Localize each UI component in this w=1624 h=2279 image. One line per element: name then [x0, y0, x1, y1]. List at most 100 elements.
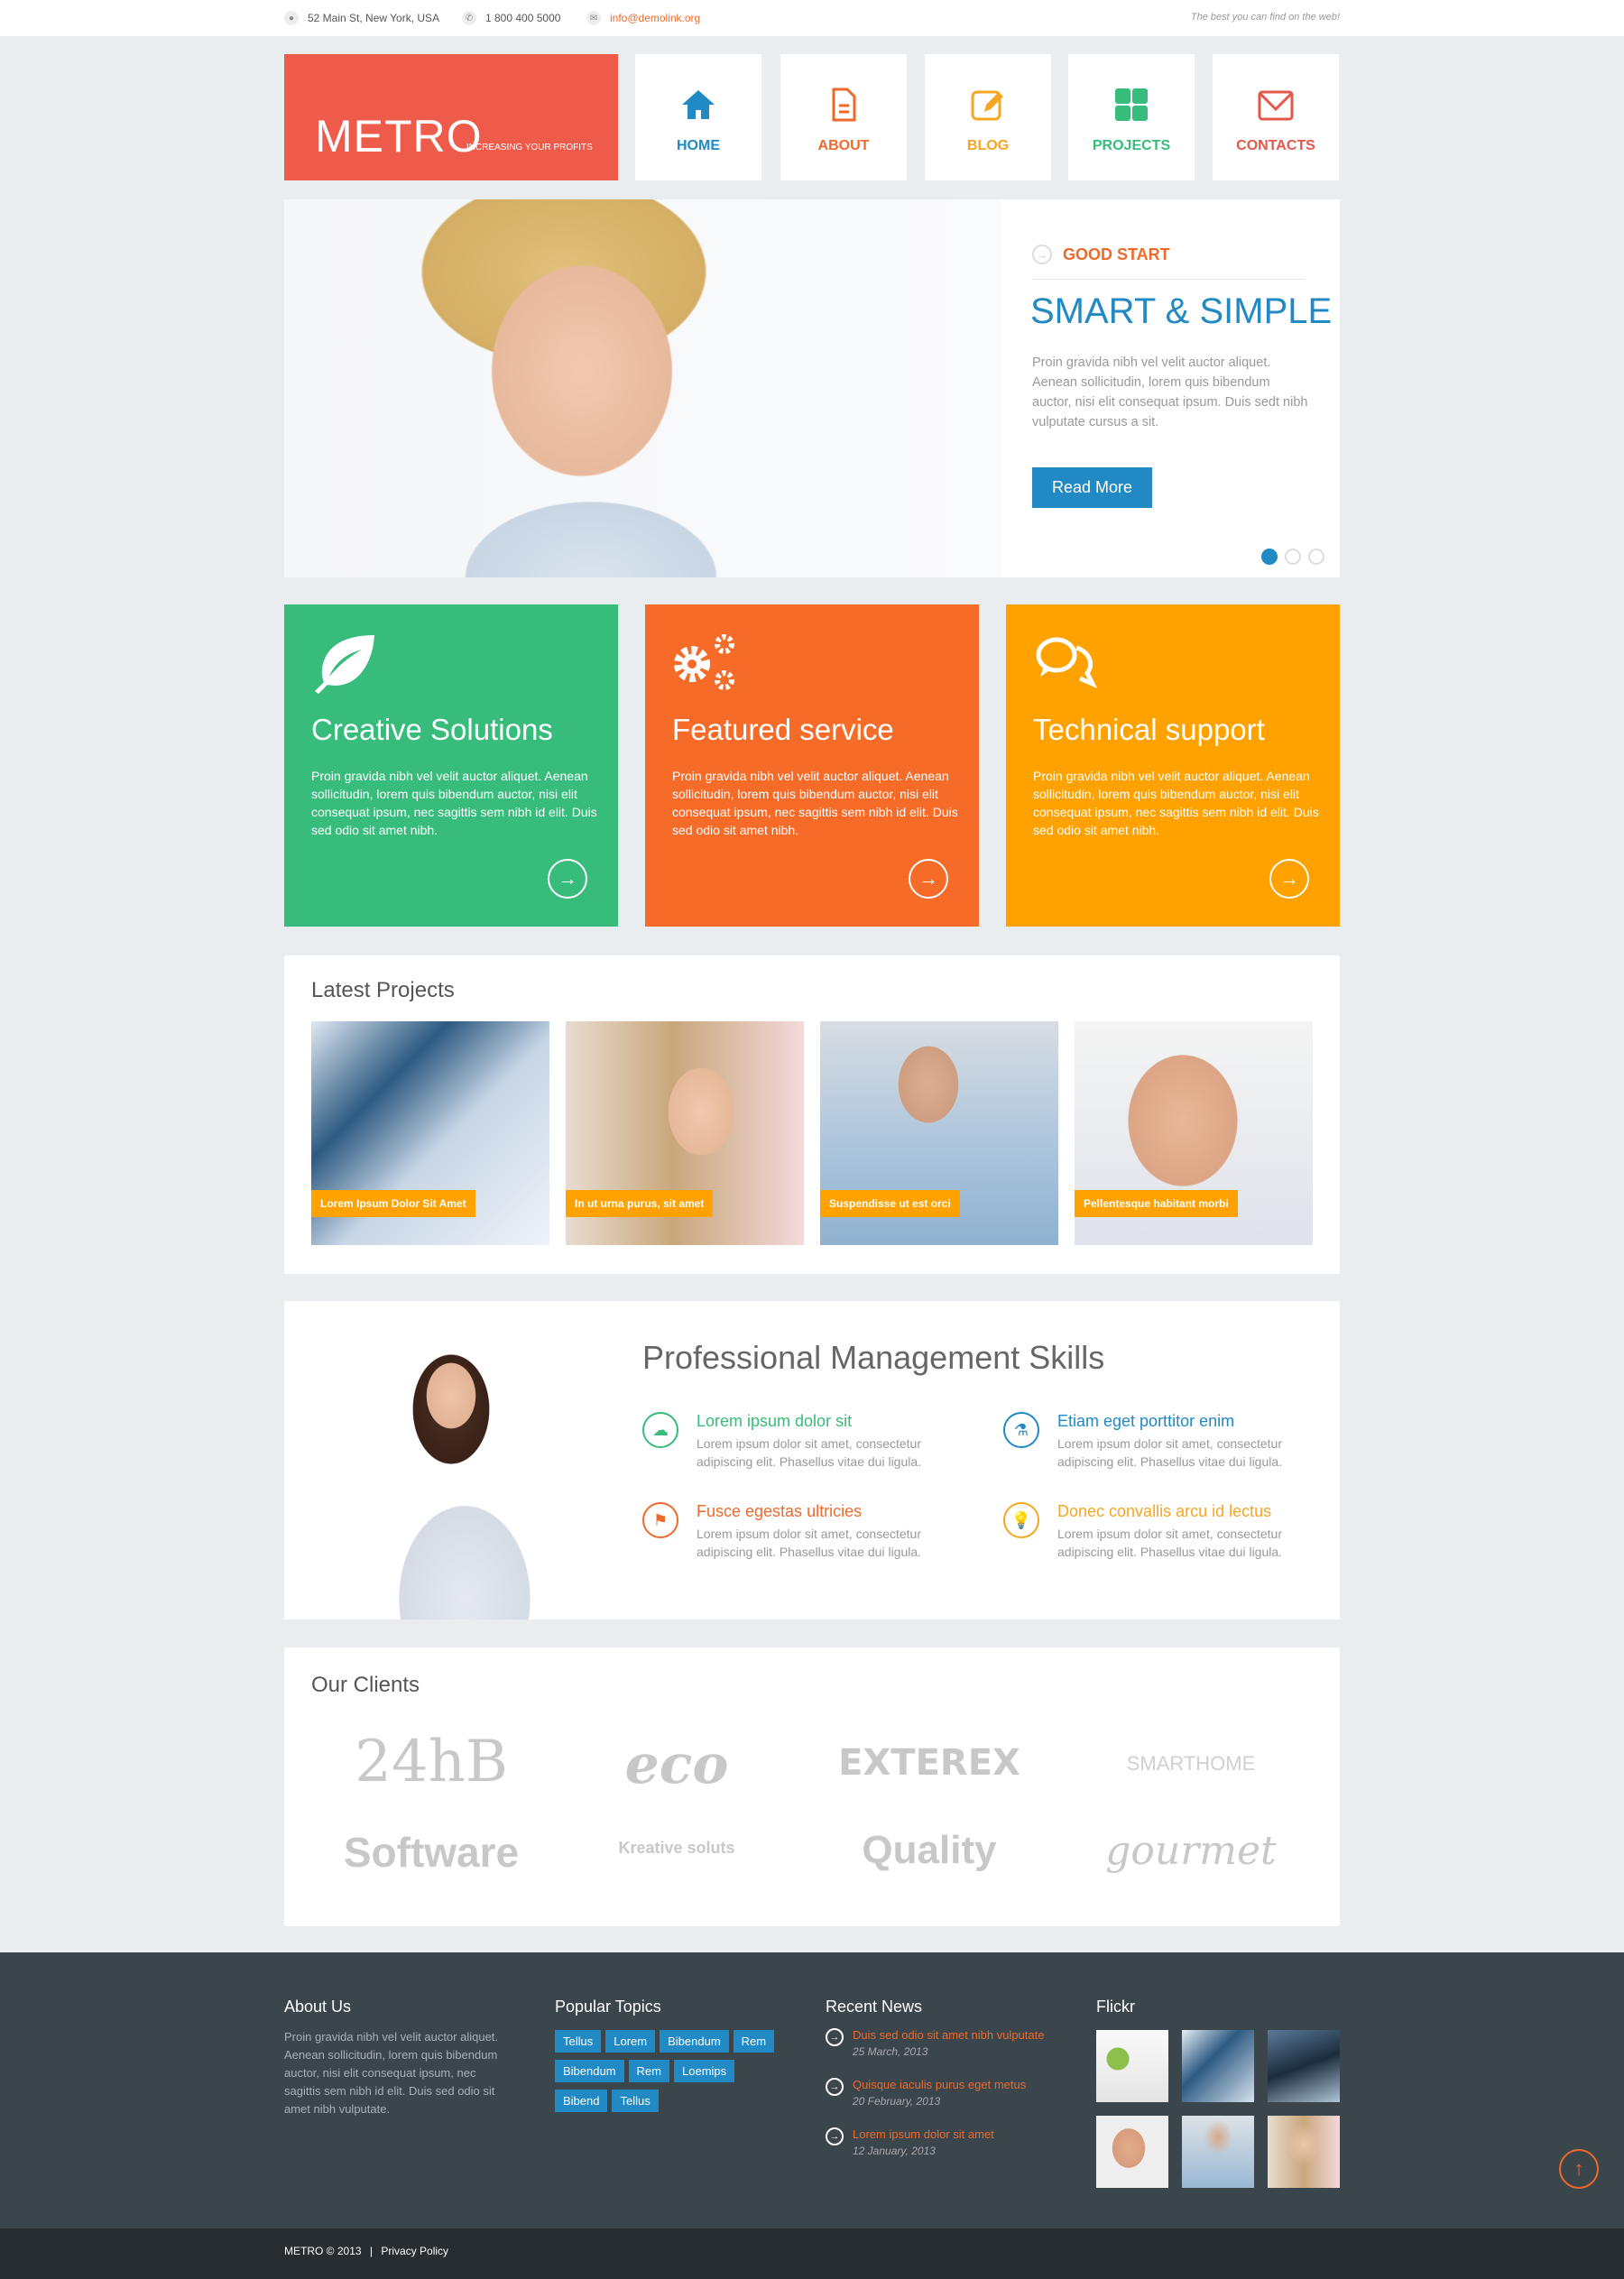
chat-icon	[1036, 637, 1098, 688]
cloud-download-icon: ☁	[642, 1412, 678, 1448]
flag-icon: ⚑	[642, 1502, 678, 1538]
news-link[interactable]: Quisque iaculis purus eget metus	[853, 2078, 1026, 2091]
topic-tag[interactable]: Tellus	[555, 2030, 602, 2053]
project-item[interactable]: Pellentesque habitant morbi	[1075, 1021, 1313, 1245]
latest-projects: Latest Projects Lorem Ipsum Dolor Sit Am…	[284, 955, 1340, 1274]
service-title: Technical support	[1033, 713, 1265, 746]
footer-heading: Flickr	[1096, 1998, 1135, 2016]
topic-tag[interactable]: Tellus	[612, 2090, 659, 2112]
privacy-policy-link[interactable]: Privacy Policy	[381, 2245, 448, 2257]
nav-contacts[interactable]: CONTACTS	[1213, 54, 1339, 180]
arrow-right-button[interactable]: →	[1269, 859, 1309, 899]
flickr-thumb[interactable]	[1096, 2030, 1168, 2102]
bottom-bar: METRO © 2013 | Privacy Policy	[0, 2228, 1624, 2279]
phone: ✆ 1 800 400 5000	[462, 11, 560, 25]
logo-name: METRO	[315, 111, 483, 161]
flickr-thumb[interactable]	[1182, 2116, 1254, 2188]
businesswoman-image	[343, 1328, 586, 1619]
service-title: Creative Solutions	[311, 713, 553, 746]
arrow-right-circle-icon: →	[826, 2127, 844, 2145]
project-caption: Pellentesque habitant morbi	[1075, 1190, 1238, 1217]
edit-icon	[971, 90, 1003, 121]
flickr-thumb[interactable]	[1182, 2030, 1254, 2102]
flickr-thumb[interactable]	[1096, 2116, 1168, 2188]
skills-section: Professional Management Skills ☁ Lorem ip…	[284, 1301, 1340, 1619]
home-icon	[682, 90, 715, 119]
service-featured: Featured service Proin gravida nibh vel …	[645, 604, 979, 927]
news-item: → Duis sed odio sit amet nibh vulputate 25…	[826, 2028, 1087, 2058]
nav-about[interactable]: ABOUT	[780, 54, 907, 180]
email-link[interactable]: info@demolink.org	[610, 12, 700, 24]
news-link[interactable]: Lorem ipsum dolor sit amet	[853, 2127, 994, 2141]
slide-dot-2[interactable]	[1285, 549, 1301, 565]
topic-tag[interactable]: Loemips	[674, 2060, 735, 2082]
logo-tagline: INCREASING YOUR PROFITS	[466, 143, 593, 152]
skill-item: ⚗ Etiam eget porttitor enim Lorem ipsum do…	[1003, 1412, 1310, 1471]
service-text: Proin gravida nibh vel velit auctor aliq…	[1033, 769, 1319, 837]
separator: |	[369, 2245, 374, 2257]
nav-label: ABOUT	[817, 138, 870, 153]
skill-title: Etiam eget porttitor enim	[1057, 1412, 1235, 1430]
project-caption: Suspendisse ut est orci	[820, 1190, 960, 1217]
topic-tag[interactable]: Bibend	[555, 2090, 608, 2112]
arrow-right-circle-icon: →	[826, 2078, 844, 2096]
slide-title: SMART & SIMPLE	[1030, 291, 1333, 331]
divider	[1032, 279, 1305, 280]
nav-label: BLOG	[966, 138, 1010, 153]
slide-dot-1[interactable]	[1261, 549, 1278, 565]
topic-tag[interactable]: Bibendum	[660, 2030, 729, 2053]
project-item[interactable]: Lorem Ipsum Dolor Sit Amet	[311, 1021, 549, 1245]
hero-image	[284, 199, 1001, 577]
map-pin-icon: ●	[284, 11, 299, 25]
footer-heading: About Us	[284, 1998, 352, 2016]
gears-icon	[674, 634, 734, 690]
scroll-to-top-button[interactable]: ↑	[1559, 2149, 1599, 2189]
flask-icon: ⚗	[1003, 1412, 1039, 1448]
footer-heading: Popular Topics	[555, 1998, 661, 2016]
nav-projects[interactable]: PROJECTS	[1068, 54, 1195, 180]
client-logo[interactable]: 24hB	[318, 1729, 544, 1795]
news-link[interactable]: Duis sed odio sit amet nibh vulputate	[853, 2028, 1044, 2042]
logo[interactable]: METRO INCREASING YOUR PROFITS	[284, 54, 618, 180]
skill-text: Lorem ipsum dolor sit amet, consectetur …	[1057, 1527, 1283, 1559]
client-logo[interactable]: EXTEREX	[817, 1742, 1042, 1784]
topic-tag[interactable]: Rem	[733, 2030, 775, 2053]
news-date: 12 January, 2013	[853, 2145, 936, 2157]
topic-tag[interactable]: Bibendum	[555, 2060, 624, 2082]
client-logo[interactable]: gourmet	[1078, 1828, 1304, 1874]
skill-text: Lorem ipsum dolor sit amet, consectetur …	[697, 1436, 922, 1469]
service-title: Featured service	[672, 713, 894, 746]
nav-home[interactable]: HOME	[635, 54, 761, 180]
news-list: → Duis sed odio sit amet nibh vulputate 25…	[826, 2028, 1087, 2177]
top-bar: ● 52 Main St, New York, USA ✆ 1 800 400 50…	[0, 0, 1624, 36]
client-logo[interactable]: SMARTHOME	[1078, 1752, 1304, 1776]
slide-dot-3[interactable]	[1308, 549, 1324, 565]
envelope-icon: ✉	[586, 11, 601, 25]
topic-tags: Tellus Lorem Bibendum Rem Bibendum Rem Loemips…	[555, 2030, 817, 2119]
read-more-button[interactable]: Read More	[1032, 467, 1152, 508]
arrow-right-button[interactable]: →	[909, 859, 948, 899]
project-item[interactable]: Suspendisse ut est orci	[820, 1021, 1058, 1245]
flickr-thumb[interactable]	[1268, 2030, 1340, 2102]
client-logo[interactable]: Quality	[817, 1828, 1042, 1873]
skill-text: Lorem ipsum dolor sit amet, consectetur …	[1057, 1436, 1283, 1469]
arrow-right-button[interactable]: →	[548, 859, 587, 899]
service-text: Proin gravida nibh vel velit auctor aliq…	[311, 769, 597, 837]
address-text: 52 Main St, New York, USA	[308, 12, 440, 24]
flickr-thumb[interactable]	[1268, 2116, 1340, 2188]
nav-label: PROJECTS	[1092, 138, 1171, 153]
client-logo[interactable]: eco	[564, 1733, 789, 1796]
service-creative-solutions: Creative Solutions Proin gravida nibh ve…	[284, 604, 618, 927]
project-item[interactable]: In ut urna purus, sit amet	[566, 1021, 804, 1245]
project-caption: Lorem Ipsum Dolor Sit Amet	[311, 1190, 475, 1217]
news-date: 20 February, 2013	[853, 2095, 941, 2108]
topic-tag[interactable]: Rem	[628, 2060, 669, 2082]
nav-blog[interactable]: BLOG	[925, 54, 1051, 180]
topic-tag[interactable]: Lorem	[605, 2030, 656, 2053]
client-logo[interactable]: Kreative soluts	[564, 1839, 789, 1858]
copyright: METRO © 2013	[284, 2245, 362, 2257]
client-logo[interactable]: Software	[318, 1828, 544, 1877]
lightbulb-icon: 💡	[1003, 1502, 1039, 1538]
section-title: Professional Management Skills	[642, 1339, 1105, 1376]
news-item: → Quisque iaculis purus eget metus 20 Febr…	[826, 2078, 1087, 2108]
